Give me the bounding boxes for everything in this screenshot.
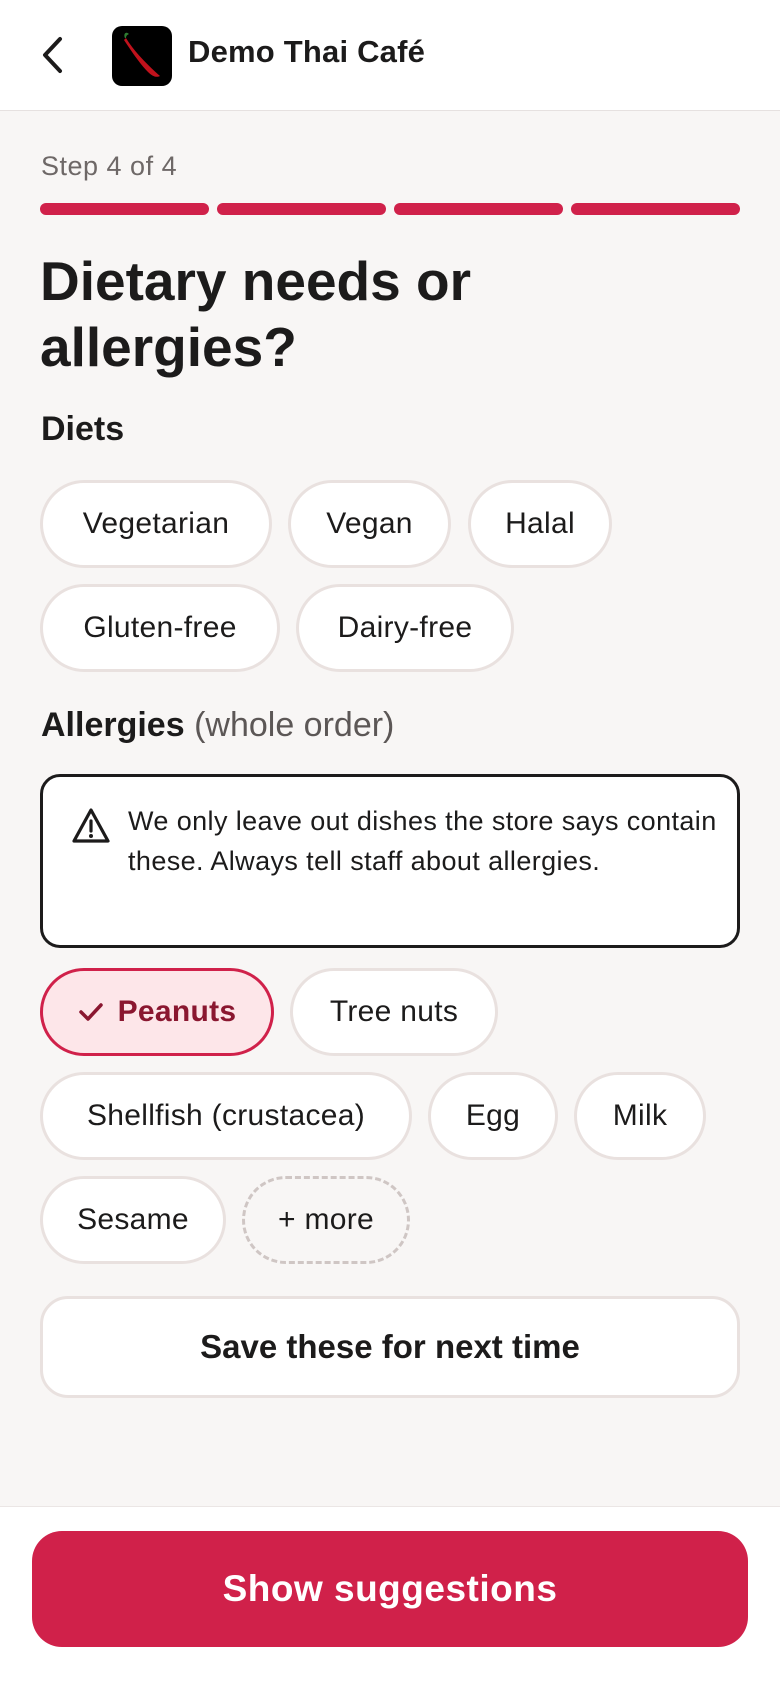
bottom-bar: Show suggestions xyxy=(0,1506,780,1688)
top-bar: Demo Thai Café xyxy=(0,0,780,111)
check-icon xyxy=(78,1002,104,1022)
show-suggestions-button[interactable]: Show suggestions xyxy=(32,1531,748,1647)
store-name: Demo Thai Café xyxy=(188,34,426,69)
allergy-notice: We only leave out dishes the store says … xyxy=(40,774,740,948)
step-indicator: Step 4 of 4 xyxy=(41,151,178,181)
save-preferences-button[interactable]: Save these for next time xyxy=(40,1296,740,1398)
back-button[interactable] xyxy=(30,30,74,80)
diet-chip-gluten-free[interactable]: Gluten-free xyxy=(40,584,280,672)
allergy-chip-tree-nuts[interactable]: Tree nuts xyxy=(290,968,498,1056)
allergies-sublabel: (whole order) xyxy=(194,706,395,744)
diet-chip-vegan[interactable]: Vegan xyxy=(288,480,451,568)
chevron-left-icon xyxy=(43,37,62,73)
allergies-heading: Allergies (whole order) xyxy=(41,706,394,745)
progress-segment xyxy=(217,203,386,215)
allergy-notice-text: We only leave out dishes the store says … xyxy=(128,806,717,876)
progress-segment xyxy=(571,203,740,215)
allergy-chip-shellfish[interactable]: Shellfish (crustacea) xyxy=(40,1072,412,1160)
allergy-chip-label: Peanuts xyxy=(117,995,237,1028)
page-title: Dietary needs or allergies? xyxy=(40,250,472,378)
diet-chip-dairy-free[interactable]: Dairy-free xyxy=(296,584,514,672)
progress-segment xyxy=(394,203,563,215)
allergies-label: Allergies xyxy=(41,706,185,744)
diet-chip-halal[interactable]: Halal xyxy=(468,480,612,568)
step-progress-bar xyxy=(40,203,740,215)
allergy-chip-egg[interactable]: Egg xyxy=(428,1072,558,1160)
store-logo xyxy=(112,26,172,86)
allergy-chip-sesame[interactable]: Sesame xyxy=(40,1176,226,1264)
allergy-chip-peanuts[interactable]: Peanuts xyxy=(40,968,274,1056)
progress-segment xyxy=(40,203,209,215)
diet-chip-vegetarian[interactable]: Vegetarian xyxy=(40,480,272,568)
diets-heading: Diets xyxy=(41,410,125,448)
warning-triangle-icon xyxy=(72,808,110,843)
allergy-chip-milk[interactable]: Milk xyxy=(574,1072,706,1160)
more-allergies-button[interactable]: + more xyxy=(242,1176,410,1264)
